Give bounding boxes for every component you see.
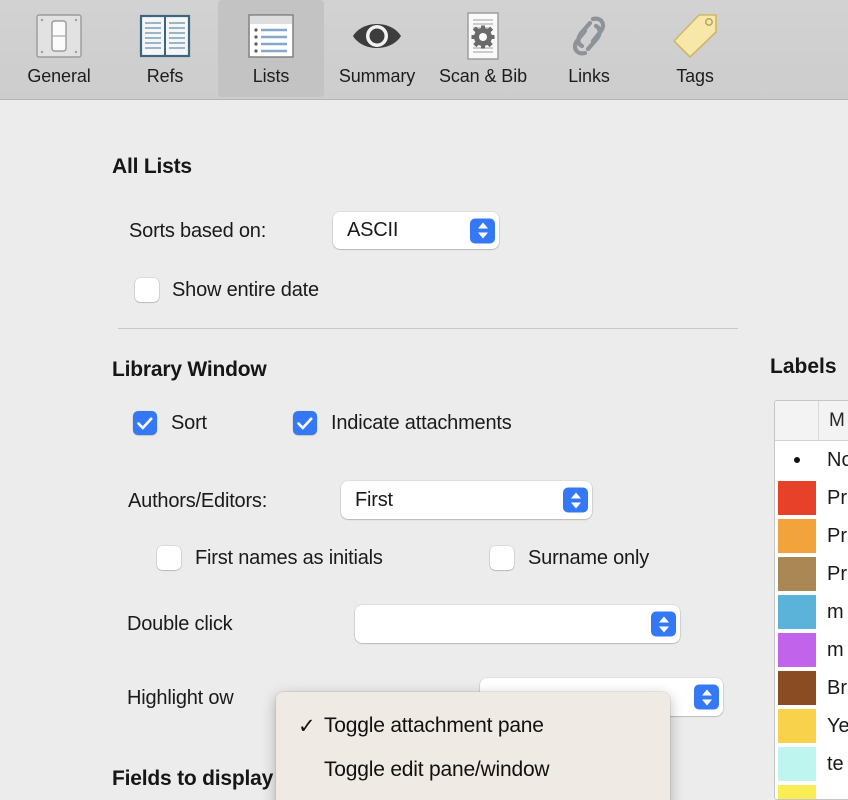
checkmark-icon <box>297 417 313 429</box>
labels-table-header: M <box>775 401 848 441</box>
toolbar-tab-summary-label: Summary <box>338 66 416 86</box>
show-entire-date-checkbox[interactable] <box>135 278 159 302</box>
table-row[interactable]: No <box>775 441 848 479</box>
double-click-popup[interactable] <box>355 605 680 643</box>
section-divider <box>118 328 738 329</box>
labels-table[interactable]: M No Pr Pr Pr m <box>774 400 848 800</box>
labels-column-color <box>775 401 819 440</box>
label-swatch <box>778 747 816 781</box>
label-name: Pr <box>827 562 847 585</box>
preferences-window: General Refs Lists Summary Scan & Bib Li… <box>0 0 848 800</box>
general-switch-icon <box>31 8 87 64</box>
labels-column-m: M <box>829 409 845 431</box>
label-name: No <box>827 448 848 471</box>
label-swatch <box>778 481 816 515</box>
all-lists-heading: All Lists <box>112 155 192 178</box>
preferences-toolbar: General Refs Lists Summary Scan & Bib Li… <box>0 0 848 100</box>
table-row[interactable]: Ye <box>775 707 848 745</box>
first-names-initials-label: First names as initials <box>195 547 383 569</box>
table-row[interactable]: te <box>775 745 848 783</box>
label-swatch <box>778 709 816 743</box>
chevron-up-down-icon <box>563 487 588 513</box>
indicate-attachments-checkbox[interactable] <box>293 411 317 435</box>
library-window-heading: Library Window <box>112 358 267 381</box>
sorts-based-on-label: Sorts based on: <box>129 220 267 242</box>
fields-to-display-heading: Fields to display <box>112 767 274 790</box>
table-row[interactable]: m <box>775 631 848 669</box>
toolbar-tab-links[interactable]: Links <box>536 0 642 97</box>
table-row[interactable] <box>775 783 848 799</box>
surname-only-checkbox[interactable] <box>490 546 514 570</box>
toolbar-tab-refs[interactable]: Refs <box>112 0 218 97</box>
toolbar-tab-links-label: Links <box>568 66 610 86</box>
tag-icon <box>667 8 723 64</box>
first-names-initials-checkbox[interactable] <box>157 546 181 570</box>
authors-editors-label: Authors/Editors: <box>128 490 268 512</box>
toolbar-tab-lists[interactable]: Lists <box>218 0 324 97</box>
bullet-dot-icon <box>794 457 800 463</box>
label-name: m <box>827 638 844 661</box>
authors-editors-value: First <box>355 488 393 511</box>
sort-label: Sort <box>171 412 207 434</box>
label-name: Ye <box>827 714 848 737</box>
label-swatch <box>778 557 816 591</box>
label-swatch <box>778 633 816 667</box>
toolbar-tab-summary[interactable]: Summary <box>324 0 430 97</box>
label-swatch <box>778 671 816 705</box>
indicate-attachments-label: Indicate attachments <box>331 412 512 434</box>
toolbar-tab-tags-label: Tags <box>676 66 714 86</box>
show-entire-date-label: Show entire date <box>172 279 319 301</box>
table-row[interactable]: Pr <box>775 555 848 593</box>
sort-checkbox[interactable] <box>133 411 157 435</box>
chevron-up-down-icon <box>470 218 495 243</box>
toolbar-tab-general[interactable]: General <box>6 0 112 97</box>
open-book-icon <box>137 8 193 64</box>
label-swatch <box>778 785 816 799</box>
chain-link-icon <box>561 8 617 64</box>
lists-preferences-pane: All Lists Sorts based on: ASCII Show ent… <box>0 100 848 800</box>
sorts-based-on-value: ASCII <box>347 219 399 241</box>
labels-heading: Labels <box>770 355 837 378</box>
label-name: Br <box>827 676 847 699</box>
double-click-dropdown-menu[interactable]: ✓ Toggle attachment pane Toggle edit pan… <box>276 692 670 800</box>
toolbar-tab-scan-bib[interactable]: Scan & Bib <box>430 0 536 97</box>
toolbar-tab-general-label: General <box>27 66 91 86</box>
menu-item-label: Toggle edit pane/window <box>324 758 550 781</box>
authors-editors-popup[interactable]: First <box>341 481 592 519</box>
toolbar-tab-tags[interactable]: Tags <box>642 0 748 97</box>
label-swatch-none <box>775 441 819 479</box>
document-gear-icon <box>455 8 511 64</box>
toolbar-tab-refs-label: Refs <box>146 66 184 86</box>
menu-item-label: Toggle attachment pane <box>324 714 544 737</box>
chevron-up-down-icon <box>694 684 719 710</box>
table-row[interactable]: Pr <box>775 479 848 517</box>
table-row[interactable]: Pr <box>775 517 848 555</box>
menu-item-toggle-attachment-pane[interactable]: ✓ Toggle attachment pane <box>276 704 670 748</box>
label-swatch <box>778 595 816 629</box>
sorts-based-on-popup[interactable]: ASCII <box>333 212 499 249</box>
label-name: te <box>827 752 844 775</box>
surname-only-label: Surname only <box>528 547 649 569</box>
menu-item-do-nothing[interactable]: Do nothing <box>276 792 670 800</box>
checkmark-icon <box>137 417 153 429</box>
menu-item-toggle-edit-pane[interactable]: Toggle edit pane/window <box>276 748 670 792</box>
chevron-up-down-icon <box>651 611 676 637</box>
table-row[interactable]: m <box>775 593 848 631</box>
label-swatch <box>778 519 816 553</box>
highlight-owned-label: Highlight ow <box>127 687 234 709</box>
double-click-label: Double click <box>127 613 233 635</box>
label-name: Pr <box>827 486 847 509</box>
eye-icon <box>349 8 405 64</box>
label-name: m <box>827 600 844 623</box>
list-rows-icon <box>243 8 299 64</box>
label-name: Pr <box>827 524 847 547</box>
toolbar-tab-scan-bib-label: Scan & Bib <box>438 66 528 86</box>
toolbar-tab-lists-label: Lists <box>252 66 290 86</box>
checkmark-icon: ✓ <box>298 714 316 738</box>
table-row[interactable]: Br <box>775 669 848 707</box>
